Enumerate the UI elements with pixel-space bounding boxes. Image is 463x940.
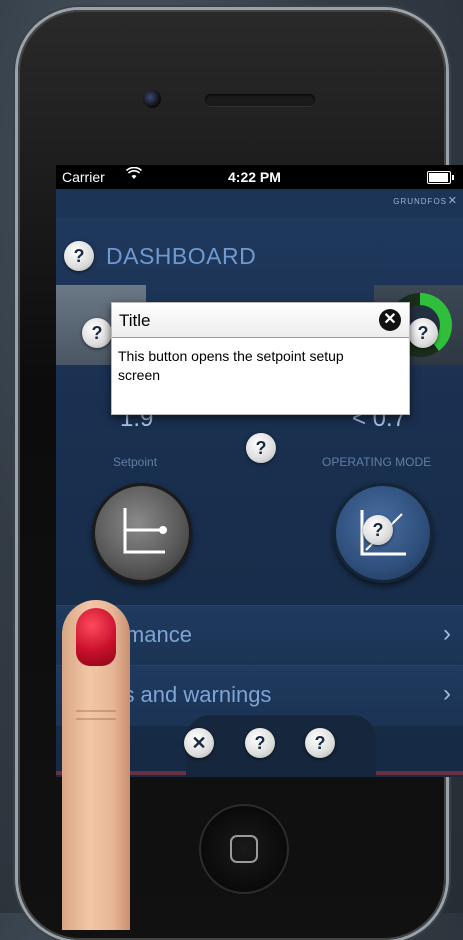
knuckle-line (76, 718, 116, 720)
operating-mode-help-button[interactable]: ? (363, 515, 393, 545)
fingernail (76, 608, 116, 666)
close-icon[interactable]: ✕ (379, 309, 401, 331)
tooltip-title: Title (119, 311, 151, 330)
dashboard-help-button[interactable]: ? (64, 241, 94, 271)
right-tile-help-button[interactable]: ? (408, 318, 438, 348)
setpoint-label: Setpoint (113, 455, 158, 469)
operating-mode-label: OPERATING MODE (322, 455, 432, 469)
chevron-right-icon: › (443, 680, 451, 707)
front-camera (143, 90, 161, 108)
status-bar: Carrier 4:22 PM (56, 165, 463, 189)
chevron-right-icon: › (443, 620, 451, 647)
brand-logo: GRUNDFOS (393, 197, 447, 206)
brand-bar: GRUNDFOS ✕ (56, 189, 463, 217)
center-help-button[interactable]: ? (246, 433, 276, 463)
tooltip-header: Title ✕ (112, 303, 409, 338)
battery-icon (427, 171, 454, 184)
home-square-icon (230, 835, 258, 863)
help-toolbar (186, 715, 376, 777)
pointing-finger (62, 600, 130, 930)
grundfos-x-icon: ✕ (447, 195, 457, 207)
left-tile-help-button[interactable]: ? (82, 318, 112, 348)
wifi-icon (125, 166, 143, 184)
knuckle-line (76, 710, 116, 712)
page-title: DASHBOARD (106, 243, 257, 269)
help-button-2[interactable]: ? (305, 728, 335, 758)
earpiece-speaker (205, 94, 315, 106)
tooltip-body: This button opens the setpoint setup scr… (118, 348, 344, 383)
help-tooltip: Title ✕ This button opens the setpoint s… (111, 302, 410, 415)
close-help-button[interactable]: ✕ (184, 728, 214, 758)
home-button[interactable] (201, 806, 287, 892)
help-button-1[interactable]: ? (245, 728, 275, 758)
clock: 4:22 PM (228, 169, 281, 185)
carrier-label: Carrier (62, 169, 105, 185)
setpoint-button[interactable] (92, 483, 192, 583)
setpoint-curve-icon (123, 508, 167, 554)
